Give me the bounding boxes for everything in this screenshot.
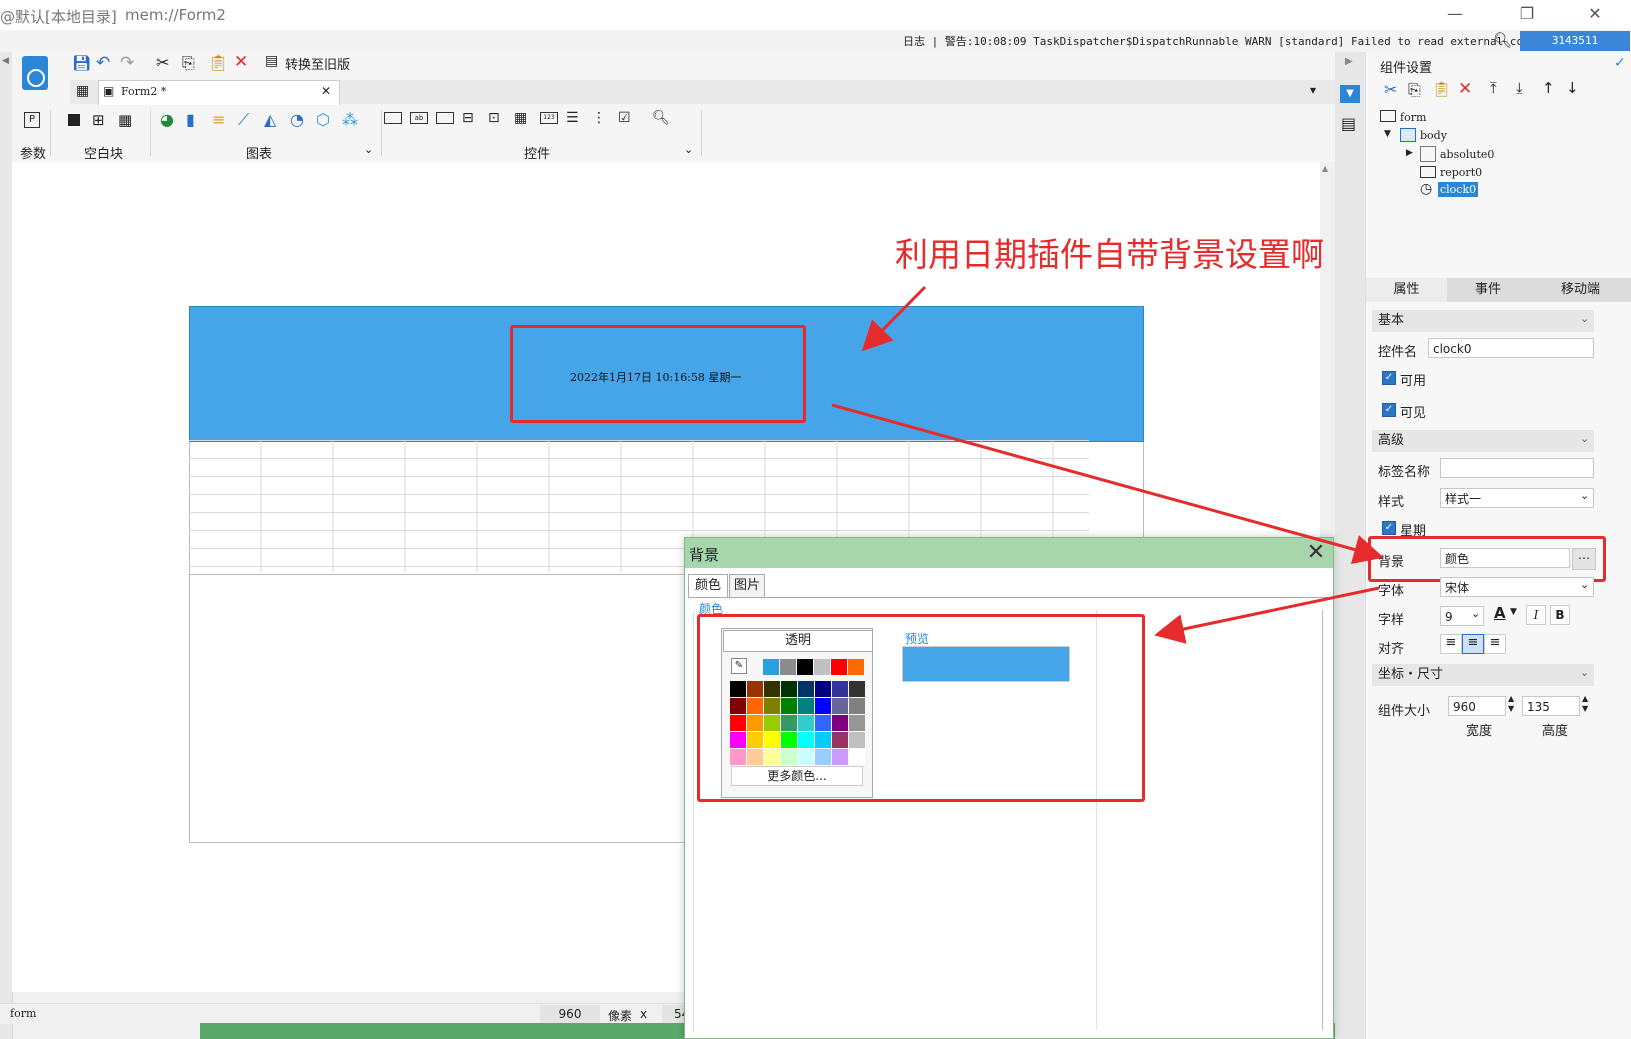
arrow-to-background (831, 403, 1384, 565)
annotation-arrows (831, 285, 1384, 644)
arrow-to-palette (1154, 586, 1380, 644)
arrow-to-clock (861, 285, 927, 352)
